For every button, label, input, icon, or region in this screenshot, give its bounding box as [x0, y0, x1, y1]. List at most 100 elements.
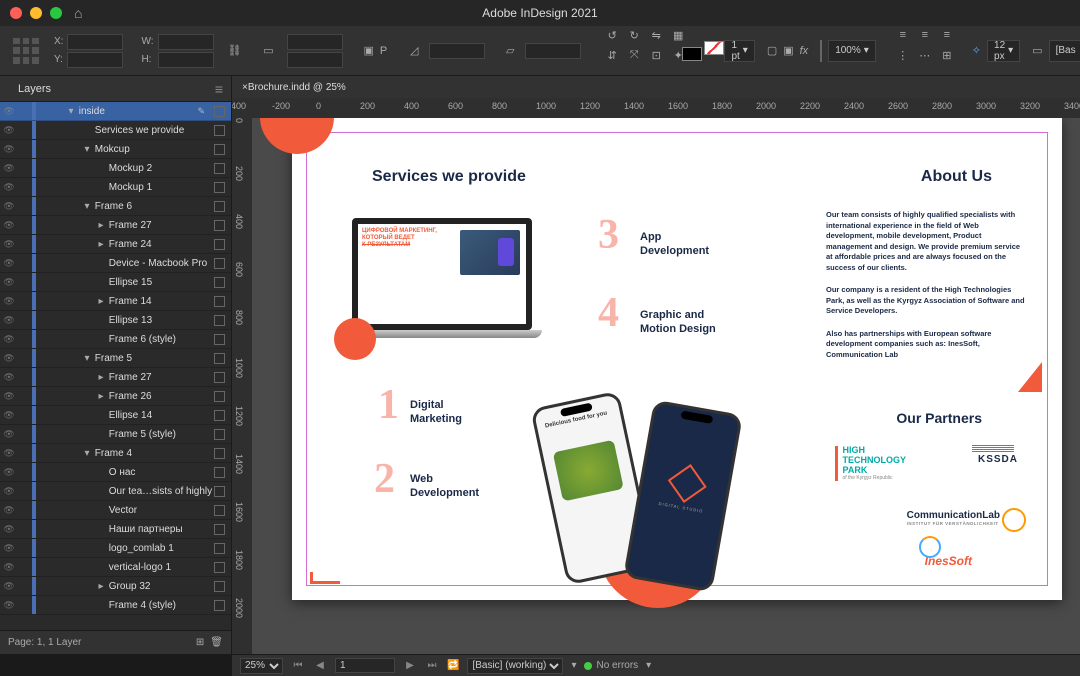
flip-icon[interactable]: ⤧ [623, 44, 645, 66]
rotate-angle-icon[interactable]: ◿ [403, 40, 425, 62]
fill-color-swatch[interactable] [820, 40, 822, 62]
layer-row[interactable]: ▸ Group 32 [0, 577, 231, 596]
distribute-h-icon[interactable]: ⋮ [892, 44, 914, 66]
select-square[interactable] [214, 410, 225, 421]
layer-row[interactable]: Mockup 2 [0, 159, 231, 178]
visibility-icon[interactable] [0, 448, 18, 459]
shear-input[interactable] [525, 43, 581, 59]
layer-row[interactable]: Ellipse 15 [0, 273, 231, 292]
layer-row[interactable]: ▸ Frame 27 [0, 368, 231, 387]
layer-row[interactable]: ▾ Mokcup [0, 140, 231, 159]
first-page-icon[interactable]: ⏮ [291, 660, 305, 671]
zoom-select[interactable]: 25% [240, 658, 283, 674]
select-square[interactable] [214, 486, 225, 497]
select-square[interactable] [214, 353, 225, 364]
text-wrap-none-icon[interactable]: ▢ [767, 40, 777, 62]
layer-row[interactable]: ▾ Frame 6 [0, 197, 231, 216]
select-square[interactable] [214, 467, 225, 478]
select-square[interactable] [214, 125, 225, 136]
select-container-icon[interactable]: ⊡ [645, 44, 667, 66]
visibility-icon[interactable] [0, 467, 18, 478]
w-input[interactable] [158, 34, 214, 50]
scale-icon[interactable]: ▭ [257, 40, 279, 62]
shear-icon[interactable]: ▱ [499, 40, 521, 62]
visibility-icon[interactable] [0, 163, 18, 174]
layers-tab[interactable]: Layers [8, 79, 61, 99]
visibility-icon[interactable] [0, 543, 18, 554]
layer-row[interactable]: Ellipse 14 [0, 406, 231, 425]
new-layer-icon[interactable]: ⊞ [196, 637, 204, 648]
rotate-ccw-icon[interactable]: ↺ [601, 24, 623, 46]
character-icon[interactable]: P [380, 40, 387, 62]
next-page-icon[interactable]: ▶ [403, 660, 417, 671]
page-number-input[interactable] [335, 658, 395, 673]
visibility-icon[interactable] [0, 239, 18, 250]
delete-layer-icon[interactable]: 🗑 [210, 637, 223, 648]
layer-row[interactable]: Services we provide [0, 121, 231, 140]
canvas-viewport[interactable]: Services we provide About Us ЦИФРОВОЙ МА… [252, 118, 1080, 654]
text-wrap-bound-icon[interactable]: ▣ [783, 40, 793, 62]
layer-row[interactable]: Ellipse 13 [0, 311, 231, 330]
select-square[interactable] [214, 543, 225, 554]
rotate-input[interactable] [429, 43, 485, 59]
visibility-icon[interactable] [0, 315, 18, 326]
document-tab[interactable]: × Brochure.indd @ 25% [232, 76, 1080, 98]
select-square[interactable] [214, 372, 225, 383]
select-square[interactable] [214, 277, 225, 288]
visibility-icon[interactable] [0, 391, 18, 402]
visibility-icon[interactable] [0, 182, 18, 193]
select-square[interactable] [214, 448, 225, 459]
select-square[interactable] [214, 391, 225, 402]
layer-row[interactable]: Frame 5 (style) [0, 425, 231, 444]
visibility-icon[interactable] [0, 277, 18, 288]
rotate-cw-icon[interactable]: ↻ [623, 24, 645, 46]
select-square[interactable] [214, 429, 225, 440]
panel-menu-icon[interactable]: ≡ [215, 81, 223, 97]
layer-row[interactable]: Frame 6 (style) [0, 330, 231, 349]
select-square[interactable] [214, 524, 225, 535]
layer-row[interactable]: Наши партнеры [0, 520, 231, 539]
scale-x-input[interactable] [287, 34, 343, 50]
h-input[interactable] [158, 52, 214, 68]
home-icon[interactable]: ⌂ [74, 5, 82, 21]
maximize-window-button[interactable] [50, 7, 62, 19]
layer-row[interactable]: ▾ Frame 5 [0, 349, 231, 368]
select-square[interactable] [214, 505, 225, 516]
layer-row[interactable]: ▸ Frame 26 [0, 387, 231, 406]
visibility-icon[interactable] [0, 258, 18, 269]
layers-list[interactable]: ▾ inside✎ Services we provide▾ Mokcup Mo… [0, 102, 231, 630]
layer-row[interactable]: ▸ Frame 24 [0, 235, 231, 254]
select-square[interactable] [214, 296, 225, 307]
layer-row[interactable]: ▾ inside✎ [0, 102, 231, 121]
prev-page-icon[interactable]: ◀ [313, 660, 327, 671]
stroke-weight-select[interactable]: 1 pt▾ [724, 40, 754, 62]
reference-point-grid[interactable] [12, 37, 40, 65]
visibility-icon[interactable] [0, 429, 18, 440]
flip-v-icon[interactable]: ⇵ [601, 44, 623, 66]
visibility-icon[interactable] [0, 334, 18, 345]
align-icon[interactable]: ▦ [667, 24, 689, 46]
layer-row[interactable]: Frame 4 (style) [0, 596, 231, 615]
distribute-v-icon[interactable]: ⋯ [914, 44, 936, 66]
visibility-icon[interactable] [0, 372, 18, 383]
snap-icon[interactable]: ✧ [972, 40, 981, 62]
visibility-icon[interactable] [0, 144, 18, 155]
brochure-page[interactable]: Services we provide About Us ЦИФРОВОЙ МА… [292, 118, 1062, 600]
close-window-button[interactable] [10, 7, 22, 19]
grid-spacing-select[interactable]: 12 px▾ [987, 40, 1020, 62]
layer-row[interactable]: Vector [0, 501, 231, 520]
select-square[interactable] [214, 106, 225, 117]
align-right-icon[interactable]: ≡ [936, 24, 958, 46]
visibility-icon[interactable] [0, 201, 18, 212]
layer-row[interactable]: Our tea…sists of highly [0, 482, 231, 501]
select-square[interactable] [214, 144, 225, 155]
preflight-profile-select[interactable]: [Basic] (working) [467, 658, 563, 674]
layer-row[interactable]: ▾ Frame 4 [0, 444, 231, 463]
visibility-icon[interactable] [0, 296, 18, 307]
x-input[interactable] [67, 34, 123, 50]
effects-icon[interactable]: fx [800, 40, 809, 62]
scale-y-input[interactable] [287, 52, 343, 68]
flip-h-icon[interactable]: ⇋ [645, 24, 667, 46]
visibility-icon[interactable] [0, 353, 18, 364]
select-square[interactable] [214, 315, 225, 326]
